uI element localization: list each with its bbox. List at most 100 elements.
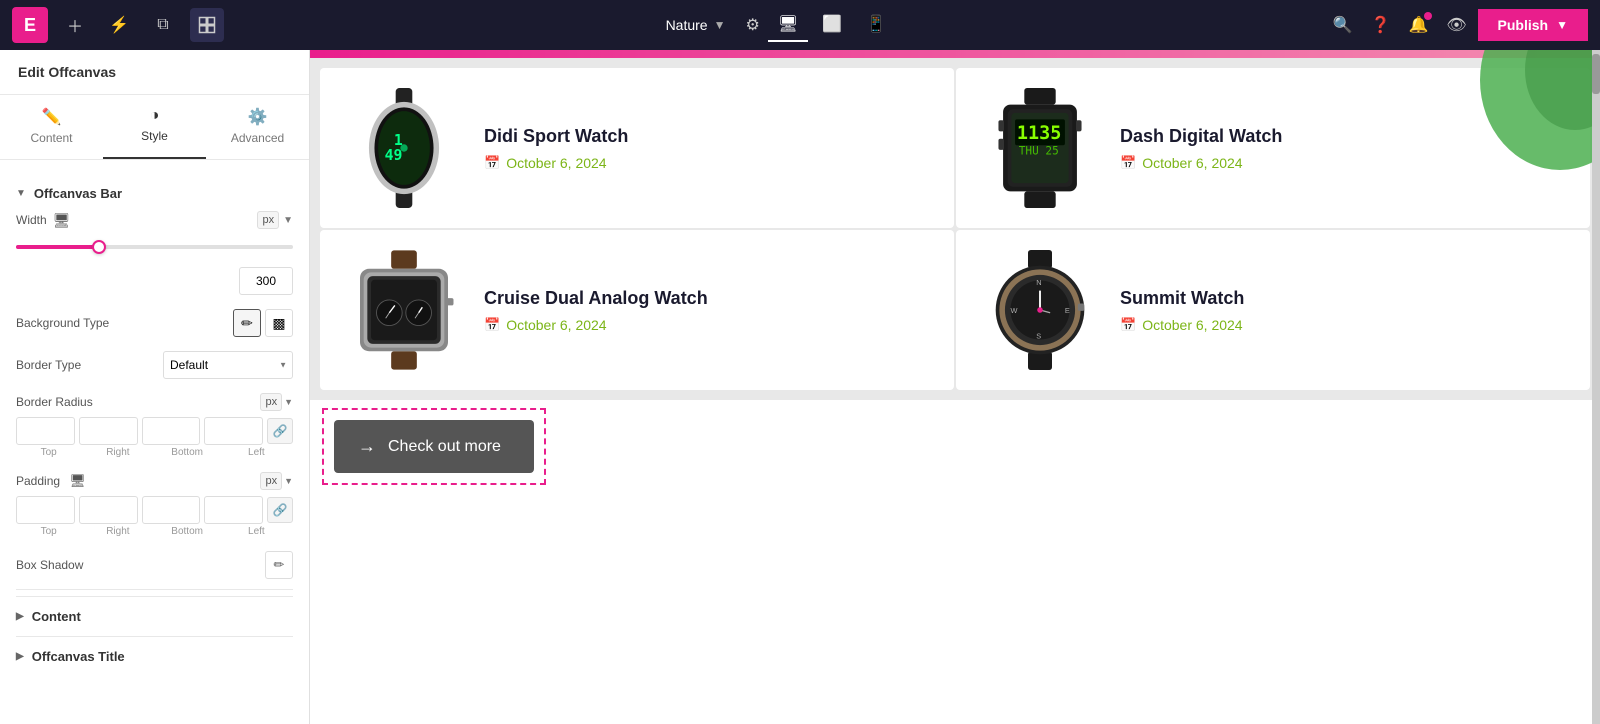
border-radius-top-input[interactable] <box>16 417 75 445</box>
padding-left-label: Left <box>224 526 289 537</box>
publish-button[interactable]: Publish ▼ <box>1478 9 1588 41</box>
svg-text:W: W <box>1010 306 1017 315</box>
svg-text:49: 49 <box>385 147 403 164</box>
svg-text:S: S <box>1036 332 1041 341</box>
border-radius-unit[interactable]: px <box>260 393 282 411</box>
theme-builder-button[interactable]: ⚡ <box>102 8 136 42</box>
main-layout: Edit Offcanvas ✏️ Content ◑ Style ⚙️ Adv… <box>0 50 1600 724</box>
width-label: Width 🖥 <box>16 212 257 229</box>
background-type-label: Background Type <box>16 316 233 330</box>
border-radius-bottom-input[interactable] <box>142 417 201 445</box>
border-radius-unit-chevron: ▼ <box>284 397 293 407</box>
widgets-button[interactable] <box>190 8 224 42</box>
layers-button[interactable]: ⧉ <box>146 8 180 42</box>
padding-unit-chevron: ▼ <box>284 476 293 486</box>
svg-text:1135: 1135 <box>1017 123 1061 144</box>
width-unit-select[interactable]: px <box>257 211 279 229</box>
padding-field: Padding 🖥 px ▼ 🔗 Top Right Bottom <box>16 472 293 537</box>
product-image-3 <box>344 250 464 370</box>
padding-unit[interactable]: px <box>260 472 282 490</box>
right-scrollbar[interactable] <box>1592 50 1600 724</box>
tablet-view-button[interactable]: ⬜ <box>812 8 852 42</box>
content-section-header[interactable]: ▶ Content <box>16 609 293 624</box>
product-card-1: 1 49 Didi Sport Watch 📅 October 6, 2024 <box>320 68 954 228</box>
preview-button[interactable]: 👁 <box>1440 8 1474 42</box>
padding-top-input[interactable] <box>16 496 75 524</box>
padding-bottom-input[interactable] <box>142 496 201 524</box>
svg-text:THU 25: THU 25 <box>1019 144 1059 157</box>
elementor-logo[interactable]: E <box>12 7 48 43</box>
mobile-view-button[interactable]: 📱 <box>856 8 896 42</box>
tab-advanced[interactable]: ⚙️ Advanced <box>206 95 309 159</box>
width-field: Width 🖥 px ▼ 300 <box>16 211 293 295</box>
product-info-2: Dash Digital Watch 📅 October 6, 2024 <box>1120 126 1282 171</box>
offcanvas-bar-section-header[interactable]: ▼ Offcanvas Bar <box>16 176 293 211</box>
product-image-1: 1 49 <box>344 88 464 208</box>
style-tab-label: Style <box>141 129 168 143</box>
top-decoration <box>1400 50 1600 180</box>
box-shadow-field: Box Shadow ✏ <box>16 551 293 579</box>
width-device-icon: 🖥 <box>53 212 71 229</box>
svg-text:E: E <box>1065 306 1070 315</box>
background-type-buttons: ✏ ▩ <box>233 309 293 337</box>
border-radius-top-label: Top <box>16 447 81 458</box>
width-value-input[interactable]: 300 <box>239 267 293 295</box>
calendar-icon-4: 📅 <box>1120 317 1136 333</box>
offcanvas-title-section-header[interactable]: ▶ Offcanvas Title <box>16 649 293 664</box>
content-section: ▶ Content <box>16 596 293 636</box>
panel-tabs: ✏️ Content ◑ Style ⚙️ Advanced <box>0 95 309 160</box>
content-tab-label: Content <box>30 131 72 145</box>
product-image-2: 1135 THU 25 <box>980 88 1100 208</box>
style-tab-icon: ◑ <box>150 107 160 125</box>
border-type-select-wrapper: Default None Solid Double Dotted Dashed <box>163 351 293 379</box>
bg-gradient-button[interactable]: ▩ <box>265 309 293 337</box>
settings-icon[interactable]: ⚙ <box>745 15 759 35</box>
device-buttons: 🖥 ⬜ 📱 <box>768 8 896 42</box>
help-button[interactable]: ❓ <box>1364 8 1398 42</box>
padding-bottom-label: Bottom <box>155 526 220 537</box>
padding-right-input[interactable] <box>79 496 138 524</box>
offcanvas-bar-arrow-icon: ▼ <box>16 188 26 199</box>
product-card-4: N S W E Summit Watch <box>956 230 1590 390</box>
site-name[interactable]: Nature ▼ <box>654 11 738 39</box>
search-button[interactable]: 🔍 <box>1326 8 1360 42</box>
offcanvas-bar-label: Offcanvas Bar <box>34 186 122 201</box>
desktop-view-button[interactable]: 🖥 <box>768 8 808 42</box>
panel-content: ▼ Offcanvas Bar Width 🖥 px ▼ <box>0 160 309 724</box>
advanced-tab-icon: ⚙️ <box>248 107 268 127</box>
check-out-more-button[interactable]: → Check out more <box>334 420 534 473</box>
product-info-4: Summit Watch 📅 October 6, 2024 <box>1120 288 1244 333</box>
svg-text:N: N <box>1036 278 1041 287</box>
border-radius-bottom-label: Bottom <box>155 447 220 458</box>
product-date-3: 📅 October 6, 2024 <box>484 317 708 333</box>
background-type-field: Background Type ✏ ▩ <box>16 309 293 337</box>
canvas-inner: 1 49 Didi Sport Watch 📅 October 6, 2024 <box>310 50 1600 724</box>
border-type-field: Border Type Default None Solid Double Do… <box>16 351 293 379</box>
tab-content[interactable]: ✏️ Content <box>0 95 103 159</box>
topbar-right: 🔍 ❓ 🔔 👁 Publish ▼ <box>1326 8 1588 42</box>
topbar-center: Nature ▼ ⚙ 🖥 ⬜ 📱 <box>234 8 1316 42</box>
canvas-area[interactable]: 1 49 Didi Sport Watch 📅 October 6, 2024 <box>310 50 1600 724</box>
border-radius-left-input[interactable] <box>204 417 263 445</box>
padding-top-label: Top <box>16 526 81 537</box>
border-radius-link-button[interactable]: 🔗 <box>267 418 293 444</box>
padding-label: Padding 🖥 <box>16 473 260 489</box>
bg-pen-button[interactable]: ✏ <box>233 309 261 337</box>
border-radius-right-input[interactable] <box>79 417 138 445</box>
border-radius-field: Border Radius px ▼ 🔗 Top Right Bottom Le… <box>16 393 293 458</box>
width-slider[interactable] <box>16 237 293 257</box>
box-shadow-edit-button[interactable]: ✏ <box>265 551 293 579</box>
scrollbar-thumb <box>1592 54 1600 94</box>
content-section-label: Content <box>32 609 81 624</box>
add-element-button[interactable]: ＋ <box>58 8 92 42</box>
tab-style[interactable]: ◑ Style <box>103 95 206 159</box>
border-type-select[interactable]: Default None Solid Double Dotted Dashed <box>163 351 293 379</box>
advanced-tab-label: Advanced <box>231 131 284 145</box>
border-radius-right-label: Right <box>85 447 150 458</box>
product-title-1: Didi Sport Watch <box>484 126 628 147</box>
site-name-chevron: ▼ <box>714 18 726 32</box>
padding-link-button[interactable]: 🔗 <box>267 497 293 523</box>
padding-left-input[interactable] <box>204 496 263 524</box>
notifications-button[interactable]: 🔔 <box>1402 8 1436 42</box>
calendar-icon-3: 📅 <box>484 317 500 333</box>
